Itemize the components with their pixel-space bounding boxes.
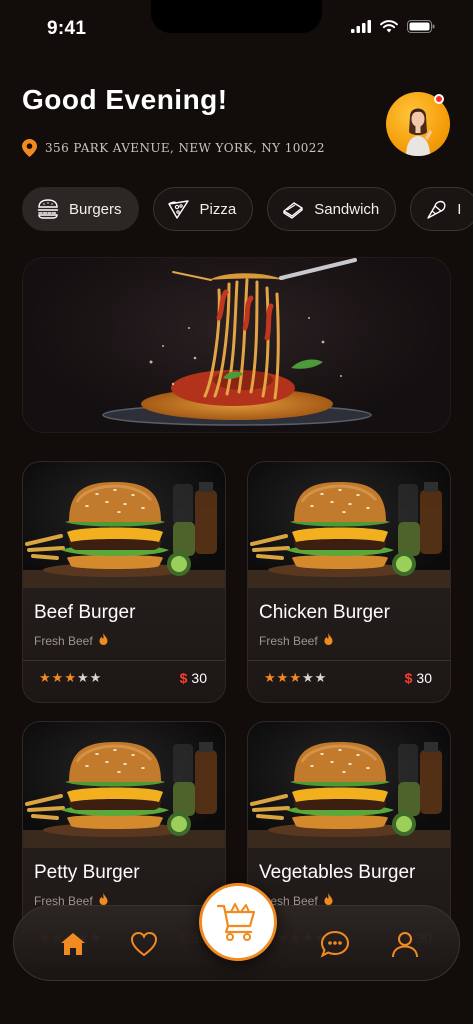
promo-banner[interactable] — [22, 257, 451, 433]
category-burgers[interactable]: Burgers — [22, 187, 139, 231]
card-divider — [248, 660, 450, 661]
product-title: Beef Burger — [34, 602, 136, 623]
cart-icon — [216, 903, 256, 941]
category-label: I — [457, 200, 462, 218]
star-empty-icon: ★ — [76, 670, 90, 685]
burger-image — [248, 462, 450, 588]
star-filled-icon: ★ — [276, 670, 290, 685]
nav-messages[interactable] — [320, 929, 350, 959]
signal-icon — [351, 20, 371, 33]
star-filled-icon: ★ — [64, 670, 77, 685]
burger-image — [23, 462, 225, 588]
cart-button[interactable] — [199, 883, 277, 961]
product-card[interactable]: Beef Burger Fresh Beef ★★★★★ $30 — [22, 461, 226, 703]
category-ice-cream[interactable]: I — [410, 187, 473, 231]
category-label: Sandwich — [314, 200, 380, 218]
battery-icon — [407, 20, 435, 33]
ice-cream-icon — [427, 200, 446, 219]
status-bar: 9:41 — [0, 0, 473, 56]
currency-symbol: $ — [404, 670, 413, 686]
nav-profile[interactable] — [390, 929, 420, 959]
category-sandwich[interactable]: Sandwich — [267, 187, 397, 231]
device-notch — [151, 0, 322, 33]
star-filled-icon: ★ — [51, 670, 65, 685]
currency-symbol: $ — [179, 670, 188, 686]
product-subtitle: Fresh Beef — [259, 633, 333, 648]
product-subtitle: Fresh Beef — [34, 633, 108, 648]
notification-badge — [434, 94, 444, 104]
category-list: Burgers Pizza Sandwich I — [22, 187, 473, 231]
burger-image — [23, 722, 225, 848]
category-label: Burgers — [69, 200, 122, 218]
product-subtitle-text: Fresh Beef — [259, 633, 318, 648]
status-icons — [351, 20, 435, 33]
heart-icon — [130, 931, 158, 957]
product-price: $30 — [405, 670, 432, 686]
chat-icon — [320, 930, 350, 958]
star-empty-icon: ★ — [314, 670, 328, 685]
rating-stars: ★★★★★ — [264, 670, 327, 686]
star-filled-icon: ★ — [39, 670, 52, 685]
category-pizza[interactable]: Pizza — [152, 187, 254, 231]
product-title: Chicken Burger — [259, 602, 390, 623]
price-value: 30 — [191, 670, 207, 686]
rating-stars: ★★★★★ — [39, 670, 102, 686]
product-card[interactable]: Chicken Burger Fresh Beef ★★★★★ $30 — [247, 461, 451, 703]
spaghetti-banner-image — [102, 258, 372, 426]
category-label: Pizza — [199, 200, 237, 218]
nav-favorites[interactable] — [129, 929, 159, 959]
wifi-icon — [380, 20, 398, 33]
star-filled-icon: ★ — [264, 670, 277, 685]
product-title: Vegetables Burger — [259, 862, 416, 883]
price-value: 30 — [416, 670, 432, 686]
greeting-title: Good Evening! — [22, 84, 228, 115]
pizza-icon — [167, 200, 189, 219]
card-divider — [23, 660, 225, 661]
address-text: 356 PARK AVENUE, NEW YORK, NY 10022 — [45, 141, 325, 155]
flame-icon — [324, 633, 333, 648]
home-icon — [61, 933, 85, 955]
burger-image — [248, 722, 450, 848]
star-filled-icon: ★ — [289, 670, 302, 685]
star-empty-icon: ★ — [301, 670, 315, 685]
sandwich-icon — [283, 202, 303, 219]
location-pin-icon — [22, 139, 37, 157]
delivery-location[interactable]: 356 PARK AVENUE, NEW YORK, NY 10022 — [22, 139, 325, 157]
burger-icon — [37, 199, 59, 219]
profile-icon — [392, 932, 418, 958]
nav-home[interactable] — [58, 929, 88, 959]
flame-icon — [99, 633, 108, 648]
product-title: Petty Burger — [34, 862, 140, 883]
product-price: $30 — [180, 670, 207, 686]
product-subtitle-text: Fresh Beef — [34, 633, 93, 648]
status-time: 9:41 — [47, 18, 87, 39]
star-empty-icon: ★ — [89, 670, 103, 685]
